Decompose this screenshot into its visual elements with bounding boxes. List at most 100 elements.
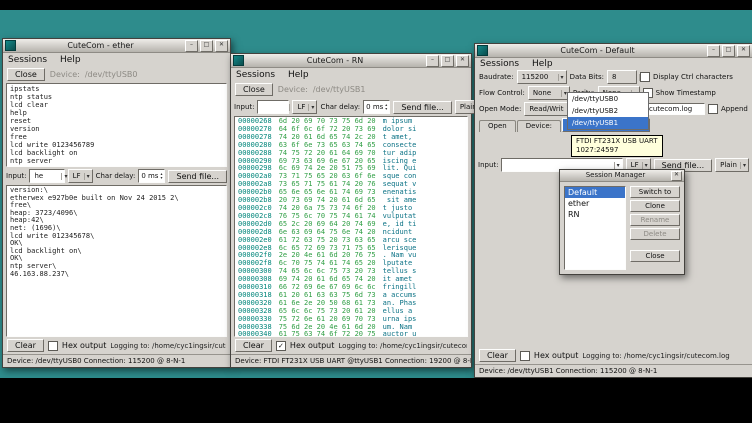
databits-select[interactable]: 8 ▾ <box>607 70 637 84</box>
send-file-button[interactable]: Send file... <box>393 101 452 114</box>
statusbar: Device: FTDI FT231X USB UART @ttyUSB1 Co… <box>231 354 471 367</box>
switch-to-button[interactable]: Switch to <box>630 186 680 198</box>
menu-help[interactable]: Help <box>288 70 309 80</box>
history-line[interactable]: reset <box>10 117 223 125</box>
device-label: Device: <box>278 85 308 94</box>
window-title: CuteCom - Default <box>490 45 705 56</box>
hex-ascii: lerisque <box>383 244 417 252</box>
history-line[interactable]: lcd backlight on <box>10 149 223 157</box>
session-list-item[interactable]: RN <box>565 209 625 220</box>
maximize-button[interactable]: □ <box>200 40 213 52</box>
menu-sessions[interactable]: Sessions <box>480 59 519 69</box>
hex-bytes: 69 73 63 69 6e 67 20 65 <box>279 157 376 165</box>
close-window-button[interactable]: ✕ <box>215 40 228 52</box>
tab-device[interactable]: Device: <box>517 120 561 132</box>
open-mode-label: Open Mode: <box>479 105 521 113</box>
hex-ascii: enenatis <box>383 188 417 196</box>
input-row: Input: he ▾ LF ▾ Char delay: 0 ms ▴▾ Sen… <box>3 167 230 185</box>
send-file-button[interactable]: Send file... <box>168 170 227 183</box>
terminal-output[interactable]: version:\etherwex e927b0e built on Nov 2… <box>6 185 227 337</box>
flow-control-select[interactable]: None ▾ <box>528 86 570 100</box>
history-line[interactable]: lcd clear <box>10 101 223 109</box>
hex-output-checkbox[interactable] <box>520 351 530 361</box>
minimize-button[interactable]: – <box>426 55 439 67</box>
close-connection-button[interactable]: Close <box>235 83 273 96</box>
session-list-item[interactable]: Default <box>565 187 625 198</box>
close-dialog-button[interactable]: ✕ <box>671 171 682 181</box>
hex-ascii: tur adip <box>383 149 417 157</box>
dialog-titlebar[interactable]: Session Manager ✕ <box>560 170 684 182</box>
hex-dump-output[interactable]: 000002686d 20 69 70 73 75 6d 20m ipsum 0… <box>234 116 468 337</box>
hex-bytes: 74 65 6c 6c 75 73 20 73 <box>279 267 376 275</box>
titlebar[interactable]: CuteCom - ether – □ ✕ <box>3 39 230 53</box>
hex-output-checkbox[interactable] <box>48 341 58 351</box>
session-list[interactable]: DefaultetherRN <box>564 186 626 270</box>
dialog-title: Session Manager <box>562 170 669 181</box>
tab-open[interactable]: Open <box>479 120 516 132</box>
flow-control-label: Flow Control: <box>479 89 525 97</box>
line-end-select[interactable]: LF ▾ <box>68 169 93 183</box>
char-delay-spinner[interactable]: 0 ms ▴▾ <box>363 100 390 114</box>
hex-offset: 000002e8 <box>238 244 272 252</box>
menu-help[interactable]: Help <box>532 59 553 69</box>
display-mode-select[interactable]: Plain ▾ <box>715 158 749 172</box>
maximize-button[interactable]: □ <box>722 45 735 57</box>
clear-button[interactable]: Clear <box>479 349 516 362</box>
maximize-button[interactable]: □ <box>441 55 454 67</box>
history-line[interactable]: ntp server <box>10 157 223 165</box>
menu-sessions[interactable]: Sessions <box>8 55 47 65</box>
display-ctrl-checkbox[interactable] <box>640 72 650 82</box>
char-delay-label: Char delay: <box>320 103 360 111</box>
history-line[interactable]: help <box>10 109 223 117</box>
titlebar[interactable]: CuteCom - RN – □ ✕ <box>231 54 471 68</box>
hex-output-checkbox[interactable]: ✓ <box>276 341 286 351</box>
rename-button[interactable]: Rename <box>630 214 680 226</box>
history-line[interactable]: free <box>10 133 223 141</box>
dropdown-arrow-icon: ▾ <box>561 90 567 97</box>
menu-sessions[interactable]: Sessions <box>236 70 275 80</box>
log-file-field[interactable]: cutecom.log <box>645 103 705 115</box>
hex-offset: 000002a8 <box>238 180 272 188</box>
hex-ascii: lit. Qui <box>383 164 417 172</box>
history-line[interactable]: version <box>10 125 223 133</box>
hex-output-label: Hex output <box>534 351 578 360</box>
device-option[interactable]: /dev/ttyUSB1 <box>568 117 648 129</box>
input-row: Input: ▾ LF ▾ Char delay: 0 ms ▴▾ Send f… <box>231 98 471 116</box>
history-line[interactable]: ipstats <box>10 85 223 93</box>
command-history-list[interactable]: ipstatsntp statuslcd clearhelpresetversi… <box>6 83 227 167</box>
titlebar[interactable]: CuteCom - Default – □ ✕ <box>475 44 752 58</box>
minimize-button[interactable]: – <box>185 40 198 52</box>
char-delay-spinner[interactable]: 0 ms ▴▾ <box>138 169 165 183</box>
clone-button[interactable]: Clone <box>630 200 680 212</box>
close-window-button[interactable]: ✕ <box>737 45 750 57</box>
hex-ascii: m ipsum <box>383 117 417 125</box>
command-input[interactable]: he ▾ <box>29 169 64 183</box>
baudrate-value: 115200 <box>522 73 555 81</box>
hex-offset: 00000330 <box>238 315 272 323</box>
device-option[interactable]: /dev/ttyUSB0 <box>568 93 648 105</box>
hex-offset: 000002b0 <box>238 188 272 196</box>
hex-ascii: ellus a <box>383 307 417 315</box>
hex-ascii: t justo <box>383 204 417 212</box>
device-option[interactable]: /dev/ttyUSB2 <box>568 105 648 117</box>
dropdown-arrow-icon: ▾ <box>308 104 314 111</box>
menu-help[interactable]: Help <box>60 55 81 65</box>
hex-output-label: Hex output <box>62 341 106 350</box>
command-input[interactable]: ▾ <box>257 100 289 114</box>
baudrate-select[interactable]: 115200 ▾ <box>517 70 567 84</box>
history-line[interactable]: lcd write 0123456789 <box>10 141 223 149</box>
history-line[interactable]: ntp status <box>10 93 223 101</box>
session-list-item[interactable]: ether <box>565 198 625 209</box>
close-session-manager-button[interactable]: Close <box>630 250 680 262</box>
close-connection-button[interactable]: Close <box>7 68 45 81</box>
delete-button[interactable]: Delete <box>630 228 680 240</box>
hex-bytes: 61 72 63 75 20 73 63 65 <box>279 236 376 244</box>
close-window-button[interactable]: ✕ <box>456 55 469 67</box>
show-timestamp-label: Show Timestamp <box>656 89 716 97</box>
minimize-button[interactable]: – <box>707 45 720 57</box>
clear-button[interactable]: Clear <box>7 339 44 352</box>
line-end-select[interactable]: LF ▾ <box>292 100 317 114</box>
clear-button[interactable]: Clear <box>235 339 272 352</box>
window-cutecom-ether: CuteCom - ether – □ ✕ Sessions Help Clos… <box>2 38 231 368</box>
append-checkbox[interactable] <box>708 104 718 114</box>
